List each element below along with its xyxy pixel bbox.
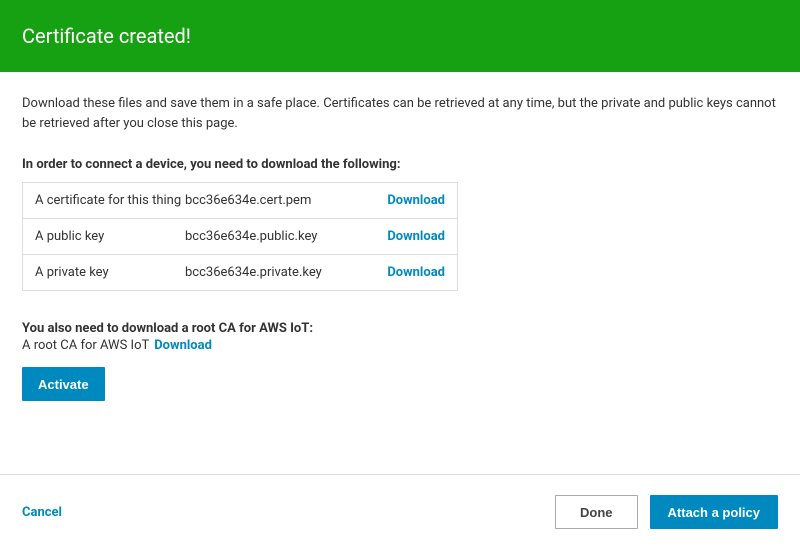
public-key-filename: bcc36e634e.public.key	[185, 229, 369, 244]
private-key-filename: bcc36e634e.private.key	[185, 265, 369, 280]
footer-bar: Cancel Done Attach a policy	[0, 474, 800, 549]
download-cert-link[interactable]: Download	[387, 193, 445, 208]
cert-filename: bcc36e634e.cert.pem	[185, 193, 369, 208]
root-ca-label: A root CA for AWS IoT	[22, 338, 149, 353]
intro-text: Download these files and save them in a …	[22, 94, 778, 133]
done-button[interactable]: Done	[555, 495, 638, 529]
download-private-key-link[interactable]: Download	[387, 265, 445, 280]
download-root-ca-link[interactable]: Download	[154, 338, 212, 353]
table-row: A private key bcc36e634e.private.key Dow…	[23, 255, 457, 290]
main-content: Download these files and save them in a …	[0, 72, 800, 401]
download-public-key-link[interactable]: Download	[387, 229, 445, 244]
root-ca-section: You also need to download a root CA for …	[22, 321, 778, 353]
private-key-label: A private key	[35, 265, 185, 280]
activate-button[interactable]: Activate	[22, 367, 105, 401]
public-key-label: A public key	[35, 229, 185, 244]
attach-policy-button[interactable]: Attach a policy	[650, 495, 778, 529]
download-instruction: In order to connect a device, you need t…	[22, 157, 778, 172]
download-table: A certificate for this thing bcc36e634e.…	[22, 182, 458, 291]
success-banner: Certificate created!	[0, 0, 800, 72]
table-row: A certificate for this thing bcc36e634e.…	[23, 183, 457, 219]
table-row: A public key bcc36e634e.public.key Downl…	[23, 219, 457, 255]
root-ca-heading: You also need to download a root CA for …	[22, 321, 778, 336]
banner-title: Certificate created!	[22, 24, 191, 48]
cert-label: A certificate for this thing	[35, 193, 185, 208]
cancel-link[interactable]: Cancel	[22, 505, 62, 520]
root-ca-text: A root CA for AWS IoT Download	[22, 338, 778, 353]
